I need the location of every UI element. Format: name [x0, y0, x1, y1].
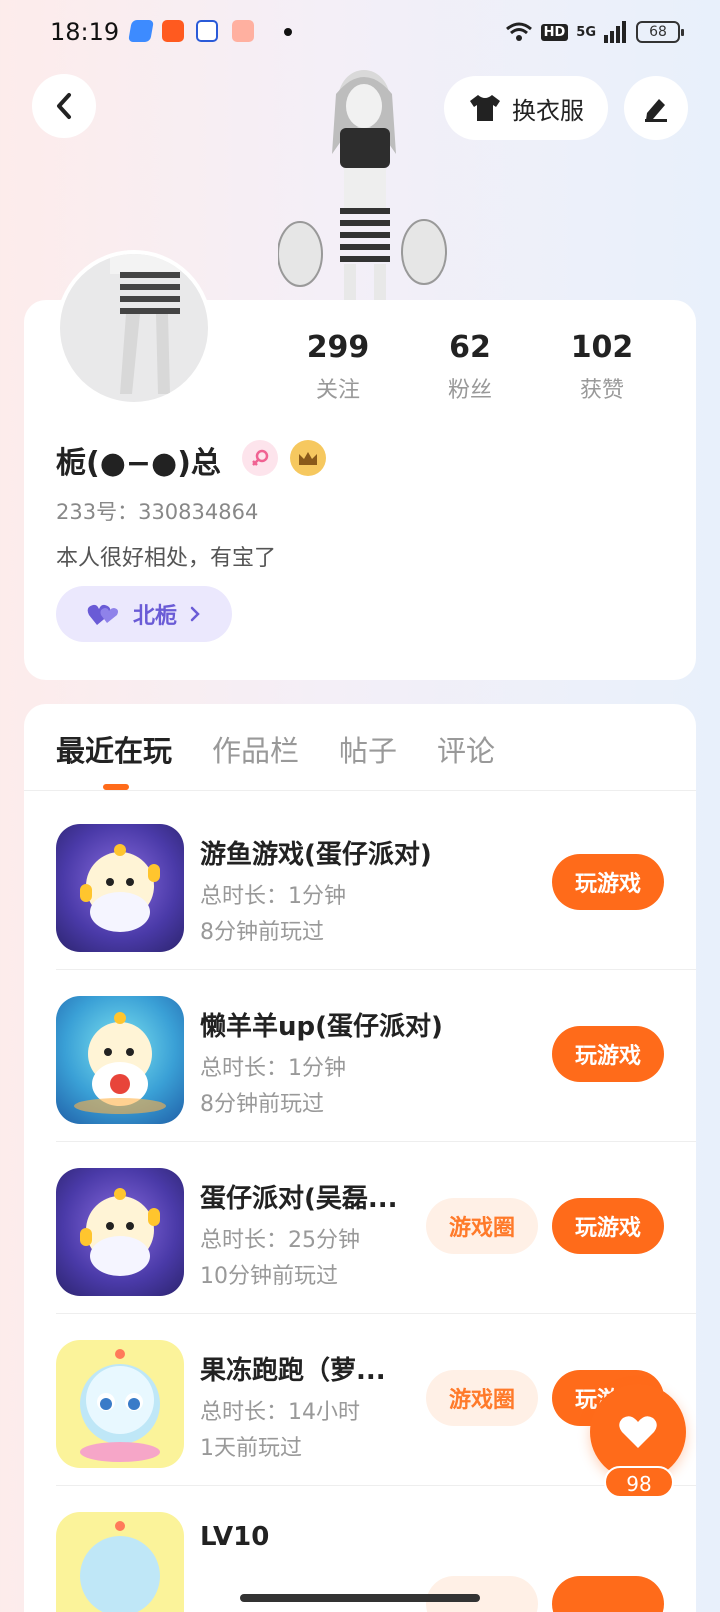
- partner-chip[interactable]: 北栀: [56, 586, 232, 642]
- game-duration: 总时长：1分钟: [200, 1056, 346, 1081]
- status-time: 18:19: [50, 18, 120, 46]
- partner-name: 北栀: [132, 604, 177, 629]
- chevron-right-icon: [190, 606, 200, 622]
- tab-posts[interactable]: 帖子: [339, 728, 397, 770]
- stat-followers-label: 粉丝: [447, 378, 492, 403]
- game-last-played: 8分钟前玩过: [200, 1092, 324, 1117]
- pencil-icon: [645, 99, 667, 122]
- like-count: 98: [604, 1466, 674, 1498]
- edit-button[interactable]: [624, 76, 688, 140]
- home-indicator[interactable]: [240, 1594, 480, 1602]
- avatar[interactable]: [56, 250, 212, 406]
- status-bar: 18:19 HD 5G 68: [0, 0, 720, 64]
- user-id: 233号：330834864: [56, 500, 259, 524]
- game-icon: [56, 996, 184, 1124]
- kuaishou-icon: [162, 20, 184, 42]
- game-last-played: 8分钟前玩过: [200, 920, 324, 945]
- game-icon: [56, 1512, 184, 1612]
- female-gender-icon: [242, 440, 278, 476]
- list-item[interactable]: 游鱼游戏(蛋仔派对) 总时长：1分钟 8分钟前玩过 玩游戏: [24, 792, 696, 970]
- crown-badge-icon[interactable]: [290, 440, 326, 476]
- game-title: 游鱼游戏(蛋仔派对): [200, 840, 432, 870]
- character-avatar-image[interactable]: [278, 64, 448, 300]
- stat-likes[interactable]: 102 获赞: [542, 330, 662, 404]
- back-button[interactable]: [32, 74, 96, 138]
- game-circle-button[interactable]: 游戏圈: [426, 1370, 538, 1426]
- tabs-divider: [24, 790, 696, 791]
- change-clothes-label: 换衣服: [512, 96, 584, 125]
- nickname: 栀(●−●)总: [56, 446, 221, 481]
- game-controller-icon: [232, 20, 254, 42]
- battery-icon: 68: [636, 21, 684, 43]
- stat-following-count: 299: [306, 330, 370, 365]
- stat-likes-label: 获赞: [579, 378, 624, 403]
- play-game-button[interactable]: 玩游戏: [552, 1026, 664, 1082]
- game-title: 果冻跑跑（萝...: [200, 1356, 386, 1386]
- list-item[interactable]: 懒羊羊up(蛋仔派对) 总时长：1分钟 8分钟前玩过 玩游戏: [24, 964, 696, 1142]
- game-icon: [56, 1168, 184, 1296]
- list-item[interactable]: LV10: [24, 1480, 696, 1612]
- bio: 本人很好相处，有宝了: [56, 546, 277, 571]
- stat-followers-count: 62: [449, 330, 491, 365]
- wifi-icon: [505, 22, 532, 41]
- game-duration: 总时长：14小时: [200, 1400, 360, 1425]
- stat-following[interactable]: 299 关注: [278, 330, 398, 404]
- game-icon: [56, 824, 184, 952]
- stat-following-label: 关注: [315, 378, 360, 403]
- app-notification-icon: [128, 20, 154, 42]
- network-label: 5G: [576, 24, 596, 40]
- game-duration: 总时长：1分钟: [200, 884, 346, 909]
- stat-followers[interactable]: 62 粉丝: [410, 330, 530, 404]
- game-title: 懒羊羊up(蛋仔派对): [200, 1012, 443, 1042]
- game-title: 蛋仔派对(吴磊...: [200, 1184, 398, 1214]
- more-notifications-icon: [284, 28, 292, 36]
- game-last-played: 10分钟前玩过: [200, 1264, 338, 1289]
- hd-badge: HD: [540, 23, 569, 41]
- tshirt-icon: [470, 95, 500, 121]
- stat-likes-count: 102: [570, 330, 634, 365]
- game-duration: 总时长：25分钟: [200, 1228, 360, 1253]
- list-item[interactable]: 果冻跑跑（萝... 总时长：14小时 1天前玩过 游戏圈 玩游戏: [24, 1308, 696, 1486]
- play-game-button[interactable]: [552, 1576, 664, 1612]
- change-clothes-button[interactable]: 换衣服: [444, 76, 608, 140]
- game-icon: [56, 1340, 184, 1468]
- play-game-button[interactable]: 玩游戏: [552, 1198, 664, 1254]
- avatar-image: [110, 254, 180, 394]
- list-item[interactable]: 蛋仔派对(吴磊... 总时长：25分钟 10分钟前玩过 游戏圈 玩游戏: [24, 1136, 696, 1314]
- signal-icon: [604, 21, 626, 43]
- profile-tabs: 最近在玩 作品栏 帖子 评论: [56, 728, 495, 770]
- tab-comments[interactable]: 评论: [437, 728, 495, 770]
- game-title: LV10: [200, 1522, 270, 1552]
- chevron-left-icon: [57, 93, 71, 119]
- play-game-button[interactable]: 玩游戏: [552, 854, 664, 910]
- tab-works[interactable]: 作品栏: [212, 728, 299, 770]
- status-right: HD 5G 68: [505, 18, 684, 46]
- baidu-icon: [196, 20, 218, 42]
- game-circle-button[interactable]: 游戏圈: [426, 1198, 538, 1254]
- game-last-played: 1天前玩过: [200, 1436, 302, 1461]
- double-heart-icon: [87, 604, 118, 625]
- heart-icon: [619, 1416, 657, 1448]
- tab-recently-played[interactable]: 最近在玩: [56, 728, 172, 770]
